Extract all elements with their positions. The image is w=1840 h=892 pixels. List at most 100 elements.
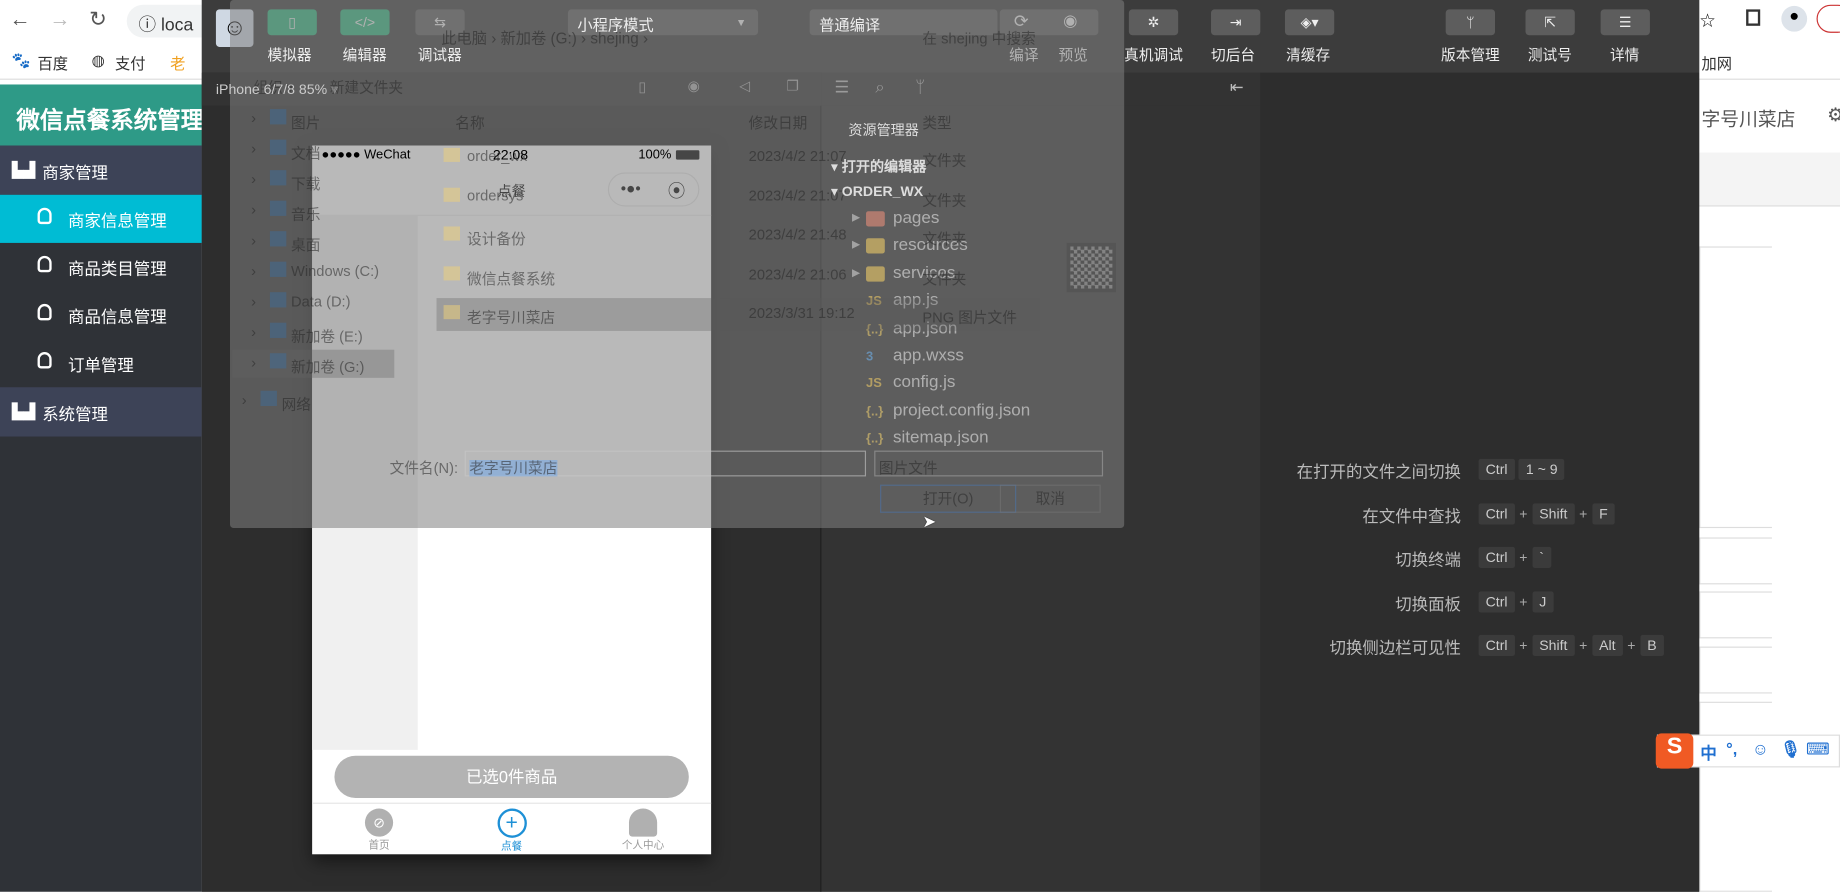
open-editors-section[interactable]: ▾ 打开的编辑器 xyxy=(831,156,926,176)
reload-icon[interactable]: ↻ xyxy=(89,7,107,32)
details-button[interactable]: ☰ xyxy=(1600,9,1650,36)
file-cell[interactable]: 设计备份 xyxy=(467,226,526,248)
nav-chevron-icon[interactable]: › xyxy=(251,202,256,218)
profile-icon[interactable]: ● xyxy=(1781,5,1808,32)
file-cell[interactable]: 微信点餐系统 xyxy=(467,266,555,288)
nav-chevron-icon[interactable]: › xyxy=(251,171,256,187)
layers-icon: ◈▾ xyxy=(1300,14,1319,31)
filename-input[interactable]: 老字号川菜店 xyxy=(464,450,867,477)
file-cell[interactable]: 2023/4/2 21:48 xyxy=(749,226,847,242)
cancel-button[interactable]: 取消 xyxy=(999,484,1101,513)
user-icon xyxy=(37,303,52,321)
nav-chevron-icon[interactable]: › xyxy=(251,141,256,157)
emoji-icon[interactable]: ☺ xyxy=(1752,739,1769,758)
file-cell[interactable]: 2023/4/2 21:06 xyxy=(749,266,847,282)
nav-item[interactable]: 音乐 xyxy=(291,202,320,224)
drive-icon xyxy=(269,139,287,155)
nav-item[interactable]: 新加卷 (E:) xyxy=(291,324,363,346)
nav-chevron-icon[interactable]: › xyxy=(251,293,256,309)
sidebar-item-orders[interactable]: 订单管理 xyxy=(0,339,202,387)
compile-mode-value: 普通编译 xyxy=(819,16,881,35)
sidebar-item-category[interactable]: 商品类目管理 xyxy=(0,243,202,291)
column-type[interactable]: 类型 xyxy=(922,110,951,132)
bookmark[interactable]: 加网 xyxy=(1702,52,1733,74)
tab-profile[interactable]: 个人中心 xyxy=(611,808,674,852)
filetype-select[interactable]: 图片文件 xyxy=(874,450,1104,477)
collapse-panel-icon[interactable]: ⇤ xyxy=(1230,77,1244,97)
menu-icon: ☰ xyxy=(1618,14,1632,31)
shortcut-keys: Ctrl + J xyxy=(1478,590,1554,612)
nav-item[interactable]: 图片 xyxy=(291,110,320,132)
search-input[interactable]: 在 shejing 中搜索 xyxy=(922,26,1035,48)
real-debug-button[interactable]: ✲ xyxy=(1128,9,1179,36)
gear-icon[interactable]: ⚙ xyxy=(1827,103,1840,126)
sidebar-group-system[interactable]: ▙▟ 系统管理 xyxy=(0,387,202,437)
update-button[interactable] xyxy=(1816,4,1840,33)
file-cell[interactable]: PNG 图片文件 xyxy=(922,305,1017,327)
sidebar-item-merchant-info[interactable]: 商家信息管理 xyxy=(0,194,202,243)
nav-chevron-icon[interactable]: › xyxy=(251,354,256,370)
version-label: 版本管理 xyxy=(1441,46,1500,64)
star-icon[interactable]: ☆ xyxy=(1699,9,1716,32)
sidepanel-icon[interactable] xyxy=(1746,9,1761,26)
new-folder-button[interactable]: 新建文件夹 xyxy=(330,75,403,97)
sidebar-item-products[interactable]: 商品信息管理 xyxy=(0,291,202,339)
bookmark[interactable]: 百度 xyxy=(38,52,69,74)
clear-cache-button[interactable]: ◈▾ xyxy=(1284,9,1335,36)
file-cell[interactable]: 文件夹 xyxy=(922,187,966,209)
file-cell[interactable]: 文件夹 xyxy=(922,226,966,248)
nav-chevron-icon[interactable]: › xyxy=(251,110,256,126)
file-cell[interactable]: 文件夹 xyxy=(922,148,966,170)
bookmark[interactable]: 支付 xyxy=(115,52,146,74)
folder-icon xyxy=(443,265,461,280)
key-cap: Shift xyxy=(1532,502,1575,524)
info-icon: ⓘ xyxy=(138,15,161,36)
open-button[interactable]: 打开(O) xyxy=(880,484,1017,513)
nav-item[interactable]: 网络 xyxy=(282,392,311,414)
nav-item[interactable]: Windows (C:) xyxy=(291,263,379,279)
nav-item[interactable]: 新加卷 (G:) xyxy=(291,354,364,376)
bookmark[interactable]: 老 xyxy=(170,52,185,74)
version-button[interactable]: ᛘ xyxy=(1445,9,1496,36)
drive-icon xyxy=(269,292,287,308)
ime-punct[interactable]: °, xyxy=(1726,739,1737,758)
sitemap-icon: ▙▟ xyxy=(11,402,36,421)
plus-circle-icon: + xyxy=(496,808,527,838)
file-cell[interactable]: 2023/3/31 19:12 xyxy=(749,305,855,321)
shortcut-keys: Ctrl + Shift + F xyxy=(1478,502,1615,524)
ime-lang[interactable]: 中 xyxy=(1700,742,1716,765)
nav-item[interactable]: Data (D:) xyxy=(291,293,350,309)
mic-icon[interactable]: 🎙 xyxy=(1780,739,1801,759)
tab-order[interactable]: + 点餐 xyxy=(480,808,543,854)
test-account-button[interactable]: ⇱ xyxy=(1525,9,1575,36)
forward-icon[interactable]: → xyxy=(49,7,70,32)
folder-icon xyxy=(443,226,461,241)
image-file-icon xyxy=(443,305,461,320)
column-date[interactable]: 修改日期 xyxy=(749,110,808,132)
nav-item[interactable]: 桌面 xyxy=(291,232,320,254)
background-button[interactable]: ⇥ xyxy=(1211,9,1261,36)
nav-chevron-icon[interactable]: › xyxy=(242,392,247,408)
tab-bar xyxy=(1699,152,1840,207)
form-box xyxy=(1699,701,1772,892)
nav-chevron-icon[interactable]: › xyxy=(251,263,256,279)
column-name[interactable]: 名称 xyxy=(455,110,484,132)
back-icon[interactable]: ← xyxy=(9,7,30,32)
keyboard-icon[interactable]: ⌨ xyxy=(1806,739,1830,759)
user-icon xyxy=(37,352,52,369)
sidebar-group-merchant[interactable]: ▙▟ 商家管理 xyxy=(0,145,202,195)
nav-item[interactable]: 文档 xyxy=(291,141,320,163)
tab-home[interactable]: ⊘ 首页 xyxy=(347,808,410,852)
plus-sign: + xyxy=(1519,593,1528,610)
ime-toolbar[interactable]: S 中 °, ☺ 🎙 ⌨ xyxy=(1655,733,1840,769)
file-cell[interactable]: ordersys xyxy=(467,187,523,203)
project-section[interactable]: ▾ ORDER_WX xyxy=(831,183,923,199)
file-cell[interactable]: 文件夹 xyxy=(922,266,966,288)
nav-chevron-icon[interactable]: › xyxy=(251,324,256,340)
simulator-label: 模拟器 xyxy=(267,46,312,64)
device-select[interactable]: iPhone 6/7/8 85% xyxy=(216,81,327,97)
nav-chevron-icon[interactable]: › xyxy=(251,232,256,248)
file-cell[interactable]: 老字号川菜店 xyxy=(467,305,555,327)
nav-item[interactable]: 下载 xyxy=(291,171,320,193)
cart-button[interactable]: 已选0件商品 xyxy=(334,755,689,798)
